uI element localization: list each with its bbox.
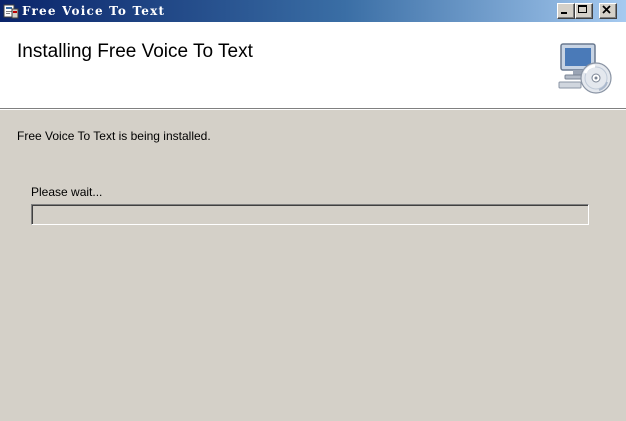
window-title: Free Voice To Text	[22, 4, 166, 18]
close-button[interactable]	[599, 3, 617, 19]
install-status-text: Free Voice To Text is being installed.	[17, 129, 211, 143]
maximize-button[interactable]	[575, 3, 593, 19]
install-progress-bar	[31, 204, 589, 225]
maximize-icon	[578, 5, 587, 13]
installer-app-icon[interactable]	[3, 3, 19, 19]
please-wait-label: Please wait...	[31, 185, 103, 199]
header-banner: Installing Free Voice To Text	[0, 22, 626, 109]
close-icon	[602, 5, 611, 14]
minimize-button[interactable]	[557, 3, 575, 19]
progress-track	[32, 205, 588, 224]
computer-cd-icon	[553, 38, 615, 96]
header-divider	[0, 109, 626, 110]
installer-window: Free Voice To Text Installing Free Voice…	[0, 0, 626, 421]
title-bar[interactable]: Free Voice To Text	[0, 0, 626, 22]
page-title: Installing Free Voice To Text	[17, 41, 253, 62]
minimize-icon	[561, 12, 567, 14]
